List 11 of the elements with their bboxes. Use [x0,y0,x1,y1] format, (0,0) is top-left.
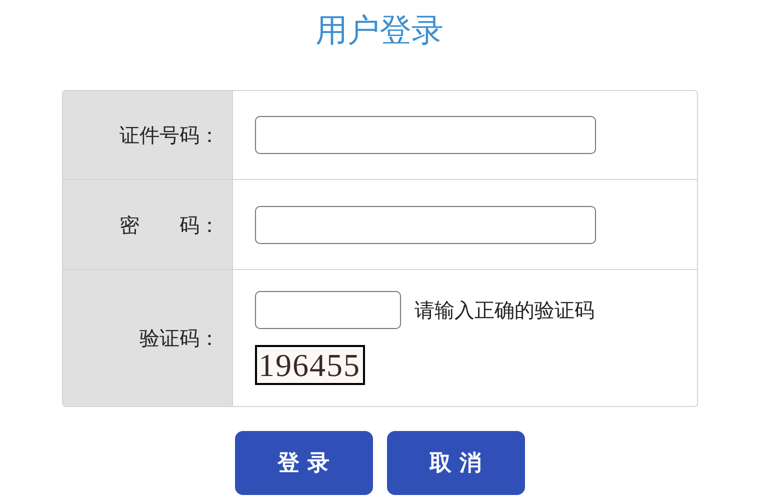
password-field[interactable] [254,206,596,244]
field-label: 验证码： [140,325,220,352]
field-label: 密 码： [120,212,220,238]
page-title: 用户登录 [316,10,444,50]
id-number-field[interactable] [254,116,596,154]
captcha-field[interactable] [254,291,400,329]
field-label: 证件号码： [120,122,220,149]
login-button[interactable]: 登 录 [234,431,372,495]
captcha-image: 196455 [254,345,364,385]
captcha-hint: 请输入正确的验证码 [414,297,594,324]
cancel-button[interactable]: 取 消 [386,431,524,495]
